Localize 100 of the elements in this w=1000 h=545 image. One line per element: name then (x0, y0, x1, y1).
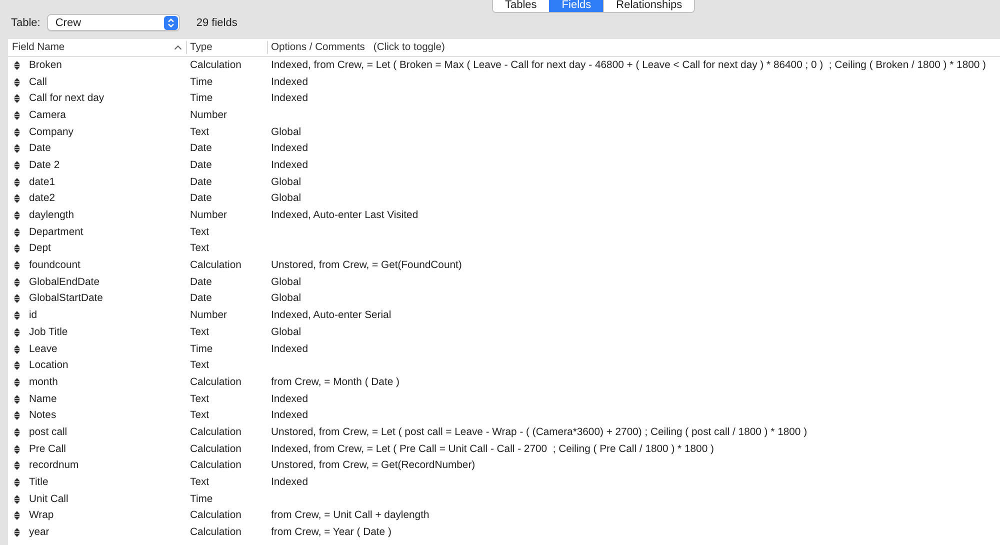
field-name: Company (29, 126, 74, 138)
column-header[interactable]: Options / Comments (Click to toggle) (271, 42, 445, 53)
drag-handle-icon[interactable] (14, 428, 20, 437)
field-options: Indexed (271, 143, 308, 154)
stepper-arrows-icon (164, 16, 178, 30)
field-type: Calculation (190, 260, 242, 272)
field-type: Date (190, 193, 212, 204)
field-name: Title (29, 477, 48, 488)
drag-handle-icon[interactable] (14, 160, 20, 170)
drag-handle-icon[interactable] (14, 278, 20, 287)
field-name: Date 2 (29, 160, 60, 171)
field-options: from Crew, = Unit Call + daylength (271, 510, 430, 522)
field-type: Time (190, 93, 213, 104)
drag-handle-icon[interactable] (14, 94, 20, 104)
field-type: Calculation (190, 60, 242, 71)
field-name: Wrap (29, 510, 54, 522)
field-name: Date (29, 143, 51, 154)
field-type: Time (190, 494, 213, 505)
field-options: Indexed, from Crew, = Let ( Broken = Max ( Leave - Call for next day - 46800 + ( Leave < Call for next day ) * 86400 ; 0 ) ; Ceiling ( Broken / 1800 ) * 1800 ) (271, 60, 986, 71)
drag-handle-icon[interactable] (14, 261, 20, 270)
drag-handle-icon[interactable] (14, 478, 20, 488)
field-name: month (29, 376, 58, 388)
field-type: Calculation (190, 376, 242, 388)
drag-handle-icon[interactable] (14, 128, 20, 137)
field-type: Text (190, 477, 210, 488)
drag-handle-icon[interactable] (14, 228, 20, 237)
field-options: Global (271, 276, 302, 288)
field-name: foundcount (29, 260, 80, 272)
field-name: Call (29, 76, 47, 88)
field-type: Date (190, 276, 212, 288)
field-type: Text (190, 243, 210, 254)
field-name: recordnum (29, 460, 79, 472)
drag-handle-icon[interactable] (14, 394, 20, 404)
field-options: Global (271, 326, 302, 338)
drag-handle-icon[interactable] (14, 494, 20, 504)
field-options: from Crew, = Year ( Date ) (271, 527, 392, 538)
field-type: Date (190, 143, 212, 154)
field-options: Global (271, 293, 302, 304)
field-type: Calculation (190, 426, 242, 438)
field-options: Unstored, from Crew, = Get(FoundCount) (271, 260, 462, 272)
field-name: date1 (29, 176, 56, 188)
drag-handle-icon[interactable] (14, 244, 20, 254)
column-header[interactable]: Field Name (12, 42, 65, 53)
drag-handle-icon[interactable] (14, 194, 20, 204)
table-label: Table: (11, 16, 40, 28)
field-count: 29 fields (196, 16, 238, 28)
column-header[interactable]: Type (190, 42, 212, 53)
field-options: Indexed, from Crew, = Let ( Pre Call = Unit Call - Call - 2700 ; Ceiling ( Pre Call / 1800 ) * 1800 ) (271, 444, 714, 455)
field-type: Date (190, 160, 212, 171)
drag-handle-icon[interactable] (14, 328, 20, 337)
field-name: Notes (29, 410, 56, 422)
field-type: Number (190, 210, 227, 222)
drag-handle-icon[interactable] (14, 511, 20, 520)
drag-handle-icon[interactable] (14, 528, 20, 538)
drag-handle-icon[interactable] (14, 110, 20, 120)
field-options: Unstored, from Crew, = Get(RecordNumber) (271, 460, 476, 472)
field-name: Location (29, 360, 68, 372)
drag-handle-icon[interactable] (14, 60, 20, 70)
field-options: Indexed, Auto-enter Last Visited (271, 210, 418, 222)
field-options: Global (271, 193, 302, 204)
field-name: post call (29, 426, 68, 438)
field-name: Name (29, 394, 57, 405)
field-name: daylength (29, 210, 74, 222)
drag-handle-icon[interactable] (14, 444, 20, 454)
field-name: Job Title (29, 326, 68, 338)
field-options: Global (271, 126, 302, 138)
drag-handle-icon[interactable] (14, 294, 20, 304)
field-type: Date (190, 176, 212, 188)
drag-handle-icon[interactable] (14, 211, 20, 220)
field-options: Indexed (271, 76, 308, 88)
field-name: id (29, 310, 38, 322)
field-type: Text (190, 226, 210, 238)
field-name: Department (29, 226, 84, 238)
drag-handle-icon[interactable] (14, 178, 20, 187)
field-type: Time (190, 76, 213, 88)
field-options: Unstored, from Crew, = Let ( post call = Leave - Wrap - ( (Camera*3600) + 2700) ; Ceiling ( post call / 1800 ) * 1800 ) (271, 426, 808, 438)
field-type: Text (190, 410, 210, 422)
field-type: Calculation (190, 527, 242, 538)
field-name: Pre Call (29, 444, 66, 455)
field-type: Time (190, 344, 213, 355)
field-name: year (29, 527, 50, 538)
drag-handle-icon[interactable] (14, 78, 20, 87)
drag-handle-icon[interactable] (14, 461, 20, 470)
drag-handle-icon[interactable] (14, 361, 20, 370)
drag-handle-icon[interactable] (14, 411, 20, 420)
table-select[interactable]: Crew (47, 14, 180, 31)
field-options: Indexed, Auto-enter Serial (271, 310, 392, 322)
field-type: Number (190, 310, 227, 322)
field-options: Global (271, 176, 302, 188)
field-name: Unit Call (29, 494, 68, 505)
field-type: Date (190, 293, 212, 304)
drag-handle-icon[interactable] (14, 378, 20, 387)
field-name: Call for next day (29, 93, 104, 104)
drag-handle-icon[interactable] (14, 344, 20, 354)
field-name: date2 (29, 193, 56, 204)
drag-handle-icon[interactable] (14, 144, 20, 154)
field-options: Indexed (271, 160, 308, 171)
drag-handle-icon[interactable] (14, 311, 20, 320)
field-type: Text (190, 360, 210, 372)
field-name: Camera (29, 110, 66, 121)
